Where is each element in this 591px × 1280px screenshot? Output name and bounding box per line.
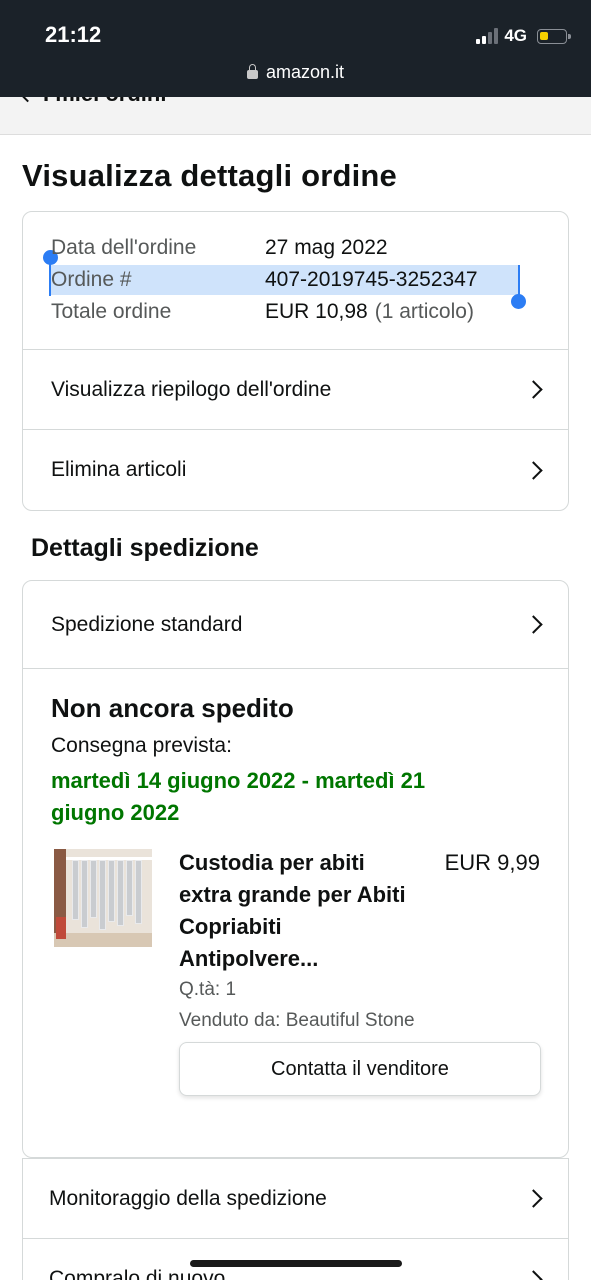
chevron-right-icon bbox=[524, 1269, 543, 1280]
view-order-summary-label: Visualizza riepilogo dell'ordine bbox=[51, 377, 332, 401]
order-date-value: 27 mag 2022 bbox=[265, 236, 388, 259]
chevron-right-icon bbox=[524, 615, 543, 634]
chevron-right-icon bbox=[524, 1189, 543, 1208]
order-summary-card: Data dell'ordine 27 mag 2022 Ordine # 40… bbox=[22, 211, 569, 511]
address-bar[interactable]: amazon.it bbox=[0, 62, 591, 83]
product-price: EUR 9,99 bbox=[444, 850, 540, 875]
shipment-details: Non ancora spedito Consegna prevista: ma… bbox=[23, 669, 568, 1157]
status-indicators: 4G bbox=[476, 26, 571, 46]
remove-items-label: Elimina articoli bbox=[51, 458, 187, 481]
product-image[interactable] bbox=[54, 849, 152, 947]
remove-items-link[interactable]: Elimina articoli bbox=[23, 430, 568, 510]
status-time: 21:12 bbox=[45, 22, 102, 47]
chevron-left-icon bbox=[19, 97, 36, 102]
product-title-link[interactable]: Custodia per abiti extra grande per Abit… bbox=[179, 847, 409, 975]
order-info: Data dell'ordine 27 mag 2022 Ordine # 40… bbox=[23, 212, 568, 350]
back-link-label[interactable]: I miei ordini bbox=[43, 97, 166, 107]
url-text: amazon.it bbox=[265, 62, 345, 82]
lock-icon bbox=[246, 64, 258, 79]
order-number-value[interactable]: 407-2019745-3252347 bbox=[265, 268, 478, 292]
shipping-method-link[interactable]: Spedizione standard bbox=[23, 581, 568, 669]
product-seller: Venduto da: Beautiful Stone bbox=[179, 1010, 415, 1031]
home-indicator[interactable] bbox=[190, 1260, 402, 1267]
chevron-right-icon bbox=[524, 380, 543, 399]
track-shipment-label: Monitoraggio della spedizione bbox=[49, 1186, 327, 1210]
order-date-row: Data dell'ordine 27 mag 2022 bbox=[51, 236, 388, 260]
track-shipment-link[interactable]: Monitoraggio della spedizione bbox=[23, 1159, 568, 1239]
shipping-card: Spedizione standard Non ancora spedito C… bbox=[22, 580, 569, 1158]
order-number-row: Ordine # 407-2019745-3252347 bbox=[51, 268, 478, 292]
order-date-label: Data dell'ordine bbox=[51, 236, 197, 259]
product-quantity: Q.tà: 1 bbox=[179, 979, 237, 1000]
signal-icon bbox=[476, 28, 499, 44]
view-order-summary-link[interactable]: Visualizza riepilogo dell'ordine bbox=[23, 350, 568, 430]
order-item-count: (1 articolo) bbox=[374, 300, 474, 323]
chevron-right-icon bbox=[524, 460, 543, 480]
shipping-section-title: Dettagli spedizione bbox=[31, 534, 259, 562]
selection-handle-end[interactable] bbox=[511, 294, 526, 309]
order-total-value: EUR 10,98 bbox=[265, 300, 368, 323]
battery-icon bbox=[537, 28, 571, 44]
page-title: Visualizza dettagli ordine bbox=[22, 158, 397, 193]
shipment-status: Non ancora spedito bbox=[51, 693, 294, 723]
contact-seller-button[interactable]: Contatta il venditore bbox=[179, 1042, 541, 1096]
back-navigation[interactable]: I miei ordini bbox=[0, 97, 591, 135]
delivery-estimate-label: Consegna prevista: bbox=[51, 734, 232, 757]
buy-again-label: Compralo di nuovo bbox=[49, 1267, 226, 1280]
shipping-method-label: Spedizione standard bbox=[51, 612, 243, 636]
status-bar: 21:12 4G amazon.it bbox=[0, 0, 591, 97]
order-total-row: Totale ordine EUR 10,98 (1 articolo) bbox=[51, 300, 474, 324]
delivery-estimate-date: martedì 14 giugno 2022 - martedì 21 giug… bbox=[51, 768, 426, 825]
order-number-label: Ordine # bbox=[51, 268, 132, 291]
network-type: 4G bbox=[504, 26, 527, 45]
order-total-label: Totale ordine bbox=[51, 300, 172, 323]
